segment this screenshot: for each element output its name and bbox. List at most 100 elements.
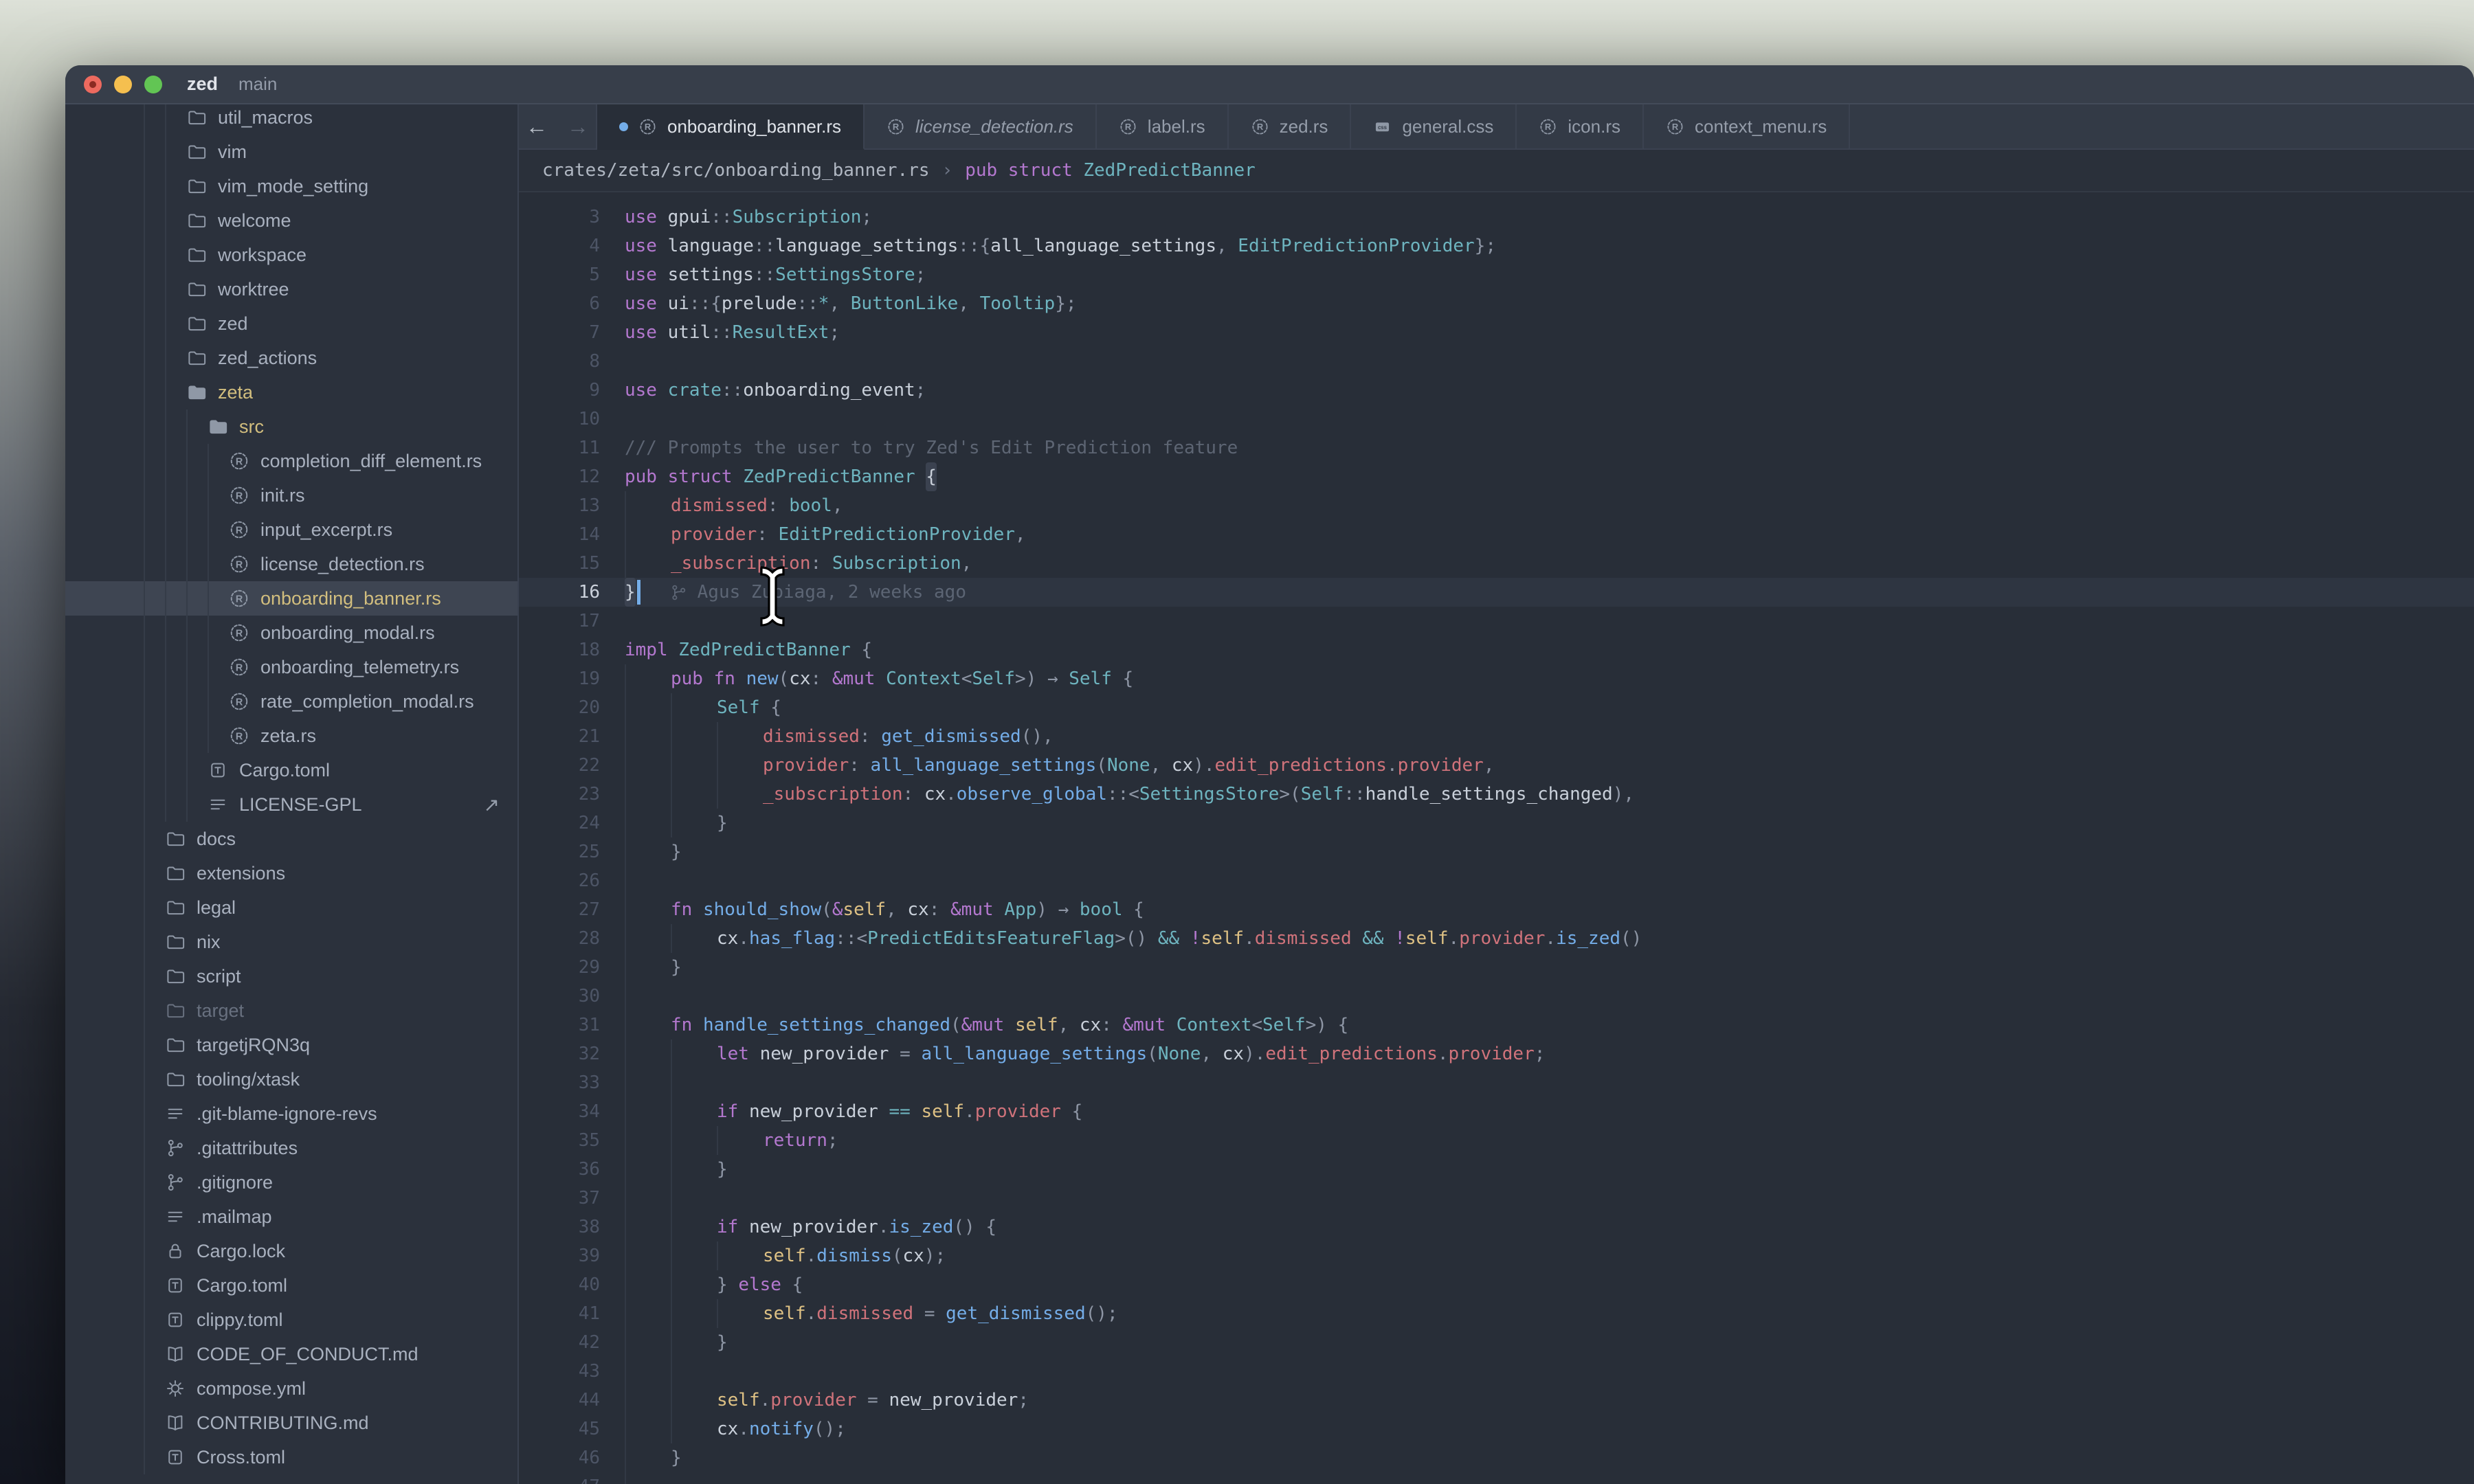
code-line-43[interactable]: 43 [519,1357,2474,1386]
line-number[interactable]: 37 [519,1184,625,1213]
line-number[interactable]: 41 [519,1299,625,1328]
line-number[interactable]: 18 [519,636,625,664]
line-number[interactable]: 7 [519,318,625,347]
sidebar-item-compose-yml[interactable]: compose.yml [65,1371,517,1406]
code-line-27[interactable]: 27fn should_show(&self, cx: &mut App) → … [519,895,2474,924]
sidebar-item-code-of-conduct-md[interactable]: CODE_OF_CONDUCT.md [65,1337,517,1371]
code-line-21[interactable]: 21dismissed: get_dismissed(), [519,722,2474,751]
line-number[interactable]: 21 [519,722,625,751]
sidebar-item-clippy-toml[interactable]: clippy.toml [65,1303,517,1337]
code-line-3[interactable]: 3use gpui::Subscription; [519,203,2474,232]
line-number[interactable]: 33 [519,1068,625,1097]
code-line-19[interactable]: 19pub fn new(cx: &mut Context<Self>) → S… [519,664,2474,693]
git-branch-label[interactable]: main [238,74,277,95]
sidebar-item-zeta-rs[interactable]: Rzeta.rs [65,719,517,753]
sidebar-item-zeta[interactable]: zeta [65,375,517,409]
sidebar-item-legal[interactable]: legal [65,890,517,925]
line-number[interactable]: 12 [519,462,625,491]
code-line-30[interactable]: 30 [519,982,2474,1011]
line-number[interactable]: 28 [519,924,625,953]
breadcrumb[interactable]: crates/zeta/src/onboarding_banner.rs › p… [519,150,2474,192]
sidebar-item-vim-mode-setting[interactable]: vim_mode_setting [65,169,517,203]
code-line-7[interactable]: 7use util::ResultExt; [519,318,2474,347]
line-number[interactable]: 47 [519,1472,625,1484]
code-line-37[interactable]: 37 [519,1184,2474,1213]
line-number[interactable]: 43 [519,1357,625,1386]
sidebar-item-onboarding-telemetry-rs[interactable]: Ronboarding_telemetry.rs [65,650,517,684]
sidebar-item-util-macros[interactable]: util_macros [65,104,517,135]
line-number[interactable]: 6 [519,289,625,318]
line-number[interactable]: 30 [519,982,625,1011]
code-line-38[interactable]: 38if new_provider.is_zed() { [519,1213,2474,1241]
zoom-button[interactable] [144,76,162,93]
code-line-23[interactable]: 23_subscription: cx.observe_global::<Set… [519,780,2474,809]
line-number[interactable]: 13 [519,491,625,520]
tab-onboarding-banner-rs[interactable]: Ronboarding_banner.rs [597,104,865,150]
code-line-31[interactable]: 31fn handle_settings_changed(&mut self, … [519,1011,2474,1039]
tab-license-detection-rs[interactable]: Rlicense_detection.rs [865,104,1097,150]
code-line-12[interactable]: 12pub struct ZedPredictBanner { [519,462,2474,491]
line-number[interactable]: 29 [519,953,625,982]
code-line-46[interactable]: 46} [519,1443,2474,1472]
code-line-24[interactable]: 24} [519,809,2474,837]
sidebar-item-input-excerpt-rs[interactable]: Rinput_excerpt.rs [65,513,517,547]
line-number[interactable]: 15 [519,549,625,578]
code-line-29[interactable]: 29} [519,953,2474,982]
line-number[interactable]: 3 [519,203,625,232]
line-number[interactable]: 22 [519,751,625,780]
sidebar-item-cargo-toml[interactable]: Cargo.toml [65,753,517,787]
code-line-28[interactable]: 28cx.has_flag::<PredictEditsFeatureFlag>… [519,924,2474,953]
sidebar-item-extensions[interactable]: extensions [65,856,517,890]
code-line-15[interactable]: 15_subscription: Subscription, [519,549,2474,578]
sidebar-item-worktree[interactable]: worktree [65,272,517,306]
sidebar-item-zed[interactable]: zed [65,306,517,341]
code-line-34[interactable]: 34if new_provider == self.provider { [519,1097,2474,1126]
code-line-16[interactable]: 16}Agus Zubiaga, 2 weeks ago [519,578,2474,607]
code-line-25[interactable]: 25} [519,837,2474,866]
code-line-11[interactable]: 11/// Prompts the user to try Zed's Edit… [519,434,2474,462]
back-arrow-icon[interactable]: ← [526,114,548,139]
sidebar-item-license-detection-rs[interactable]: Rlicense_detection.rs [65,547,517,581]
line-number[interactable]: 27 [519,895,625,924]
line-number[interactable]: 4 [519,232,625,260]
code-line-5[interactable]: 5use settings::SettingsStore; [519,260,2474,289]
forward-arrow-icon[interactable]: → [567,114,589,139]
code-line-39[interactable]: 39self.dismiss(cx); [519,1241,2474,1270]
sidebar-item-license-gpl[interactable]: LICENSE-GPL↗ [65,787,517,822]
line-number[interactable]: 14 [519,520,625,549]
project-panel[interactable]: util_macrosvimvim_mode_settingwelcomewor… [65,104,519,1484]
code-line-47[interactable]: 47 [519,1472,2474,1484]
code-line-35[interactable]: 35return; [519,1126,2474,1155]
code-line-41[interactable]: 41self.dismissed = get_dismissed(); [519,1299,2474,1328]
sidebar-item-zed-actions[interactable]: zed_actions [65,341,517,375]
code-line-9[interactable]: 9use crate::onboarding_event; [519,376,2474,405]
sidebar-item-welcome[interactable]: welcome [65,203,517,238]
sidebar-item-cross-toml[interactable]: Cross.toml [65,1440,517,1474]
line-number[interactable]: 16 [519,578,625,607]
line-number[interactable]: 40 [519,1270,625,1299]
breadcrumb-path[interactable]: crates/zeta/src/onboarding_banner.rs [542,160,930,181]
line-number[interactable]: 46 [519,1443,625,1472]
line-number[interactable]: 36 [519,1155,625,1184]
code-line-8[interactable]: 8 [519,347,2474,376]
sidebar-item-nix[interactable]: nix [65,925,517,959]
code-line-36[interactable]: 36} [519,1155,2474,1184]
line-number[interactable]: 5 [519,260,625,289]
title-bar[interactable]: zed main [65,65,2474,104]
sidebar-item-onboarding-modal-rs[interactable]: Ronboarding_modal.rs [65,616,517,650]
tab-icon-rs[interactable]: Ricon.rs [1517,104,1644,150]
sidebar-item-targetjrqn3q[interactable]: targetjRQN3q [65,1028,517,1062]
sidebar-item-cargo-toml[interactable]: Cargo.toml [65,1268,517,1303]
minimize-button[interactable] [114,76,132,93]
line-number[interactable]: 19 [519,664,625,693]
line-number[interactable]: 26 [519,866,625,895]
breadcrumb-symbol[interactable]: pub struct ZedPredictBanner [965,160,1256,181]
sidebar-item-script[interactable]: script [65,959,517,993]
line-number[interactable]: 32 [519,1039,625,1068]
tab-general-css[interactable]: cssgeneral.css [1351,104,1517,150]
sidebar-item-mailmap[interactable]: .mailmap [65,1200,517,1234]
code-line-10[interactable]: 10 [519,405,2474,434]
code-line-22[interactable]: 22provider: all_language_settings(None, … [519,751,2474,780]
line-number[interactable]: 8 [519,347,625,376]
line-number[interactable]: 11 [519,434,625,462]
